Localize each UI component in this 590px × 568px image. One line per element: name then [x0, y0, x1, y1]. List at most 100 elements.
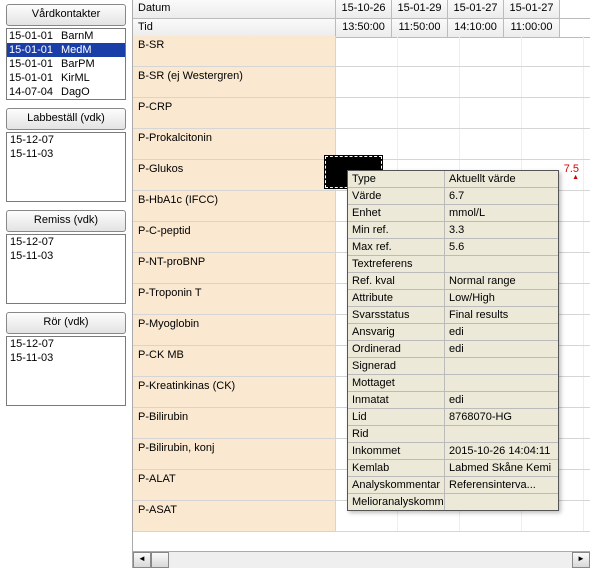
list-item[interactable]: 15-12-07: [7, 337, 125, 351]
row-label: B-SR (ej Westergren): [133, 67, 336, 97]
detail-row: Ordineradedi: [348, 341, 558, 358]
detail-value: Labmed Skåne Kemi: [445, 460, 558, 476]
detail-row: Min ref.3.3: [348, 222, 558, 239]
detail-value: 8768070-HG: [445, 409, 558, 425]
data-cell[interactable]: [336, 67, 398, 97]
header-cell[interactable]: 14:10:00: [448, 19, 504, 37]
row-label: P-ALAT: [133, 470, 336, 500]
data-cell[interactable]: [522, 36, 584, 66]
detail-value: [445, 358, 558, 374]
scroll-track[interactable]: [151, 552, 572, 568]
list-item[interactable]: 14-07-04DagO: [7, 85, 125, 99]
header-cell[interactable]: 15-01-29: [392, 0, 448, 18]
detail-key: Min ref.: [348, 222, 445, 238]
list-item[interactable]: 15-11-03: [7, 147, 125, 161]
panel-labbestall[interactable]: Labbeställ (vdk): [6, 108, 126, 130]
grid-header: Datum 15-10-26 15-01-29 15-01-27 15-01-2…: [133, 0, 590, 38]
horizontal-scrollbar[interactable]: ◄ ►: [133, 551, 590, 568]
data-cell[interactable]: [522, 67, 584, 97]
header-cell[interactable]: 13:50:00: [336, 19, 392, 37]
header-label: Tid: [133, 19, 336, 37]
list-item[interactable]: 15-01-01BarPM: [7, 57, 125, 71]
panel-remiss[interactable]: Remiss (vdk): [6, 210, 126, 232]
panel-vardkontakter[interactable]: Vårdkontakter: [6, 4, 126, 26]
list-item[interactable]: 15-01-01KirML: [7, 71, 125, 85]
table-row[interactable]: B-SR (ej Westergren): [133, 67, 590, 98]
detail-key: Melioranalyskomm: [348, 494, 445, 510]
detail-key: Attribute: [348, 290, 445, 306]
ror-list[interactable]: 15-12-07 15-11-03: [6, 336, 126, 406]
list-item[interactable]: 15-12-07: [7, 133, 125, 147]
list-item[interactable]: 15-11-03: [7, 249, 125, 263]
header-cell[interactable]: 15-01-27: [448, 0, 504, 18]
detail-row: AttributeLow/High: [348, 290, 558, 307]
left-column: Vårdkontakter 15-01-01BarnM 15-01-01MedM…: [0, 0, 133, 568]
data-cell[interactable]: [460, 36, 522, 66]
detail-key: Enhet: [348, 205, 445, 221]
data-cell[interactable]: [398, 36, 460, 66]
header-cell[interactable]: 15-10-26: [336, 0, 392, 18]
data-cell[interactable]: [522, 129, 584, 159]
detail-value: Normal range: [445, 273, 558, 289]
detail-row: Enhetmmol/L: [348, 205, 558, 222]
list-item[interactable]: 15-01-01MedM: [7, 43, 125, 57]
list-item[interactable]: 15-11-03: [7, 351, 125, 365]
data-cell[interactable]: [336, 98, 398, 128]
header-cell[interactable]: 11:00:00: [504, 19, 560, 37]
data-cell[interactable]: [336, 36, 398, 66]
data-cell[interactable]: [460, 67, 522, 97]
scroll-right-button[interactable]: ►: [572, 552, 590, 568]
detail-value: Aktuellt värde: [445, 171, 558, 187]
detail-key: Ansvarig: [348, 324, 445, 340]
remiss-list[interactable]: 15-12-07 15-11-03: [6, 234, 126, 304]
detail-row: Lid8768070-HG: [348, 409, 558, 426]
detail-row: TypeAktuellt värde: [348, 171, 558, 188]
detail-key: Rid: [348, 426, 445, 442]
header-cell[interactable]: 15-01-27: [504, 0, 560, 18]
detail-key: Lid: [348, 409, 445, 425]
detail-row: Mottaget: [348, 375, 558, 392]
data-cell[interactable]: [522, 98, 584, 128]
scroll-thumb[interactable]: [151, 552, 169, 568]
row-label: P-Bilirubin: [133, 408, 336, 438]
detail-value: [445, 256, 558, 272]
data-cell[interactable]: [398, 67, 460, 97]
detail-row: Signerad: [348, 358, 558, 375]
scroll-left-button[interactable]: ◄: [133, 552, 151, 568]
row-label: B-HbA1c (IFCC): [133, 191, 336, 221]
header-row-datum: Datum 15-10-26 15-01-29 15-01-27 15-01-2…: [133, 0, 590, 19]
list-item[interactable]: 15-01-01BarnM: [7, 29, 125, 43]
data-cell[interactable]: [398, 98, 460, 128]
list-item[interactable]: 15-12-07: [7, 235, 125, 249]
labbestall-list[interactable]: 15-12-07 15-11-03: [6, 132, 126, 202]
header-cell[interactable]: 11:50:00: [392, 19, 448, 37]
detail-value: [445, 375, 558, 391]
panel-ror[interactable]: Rör (vdk): [6, 312, 126, 334]
detail-value: mmol/L: [445, 205, 558, 221]
row-label: P-Myoglobin: [133, 315, 336, 345]
detail-key: Inkommet: [348, 443, 445, 459]
detail-row: Melioranalyskomm: [348, 494, 558, 510]
row-label: P-ASAT: [133, 501, 336, 531]
app-root: Vårdkontakter 15-01-01BarnM 15-01-01MedM…: [0, 0, 590, 568]
detail-value: 6.7: [445, 188, 558, 204]
detail-key: Signerad: [348, 358, 445, 374]
detail-key: Textreferens: [348, 256, 445, 272]
detail-value: Referensinterva...: [445, 477, 558, 493]
detail-row: Max ref.5.6: [348, 239, 558, 256]
table-row[interactable]: P-CRP: [133, 98, 590, 129]
row-label: P-Troponin T: [133, 284, 336, 314]
detail-key: Värde: [348, 188, 445, 204]
row-label: P-CK MB: [133, 346, 336, 376]
data-cell[interactable]: [460, 129, 522, 159]
detail-key: Ordinerad: [348, 341, 445, 357]
data-cell[interactable]: [398, 129, 460, 159]
table-row[interactable]: B-SR: [133, 36, 590, 67]
data-cell[interactable]: [460, 98, 522, 128]
vardkontakter-list[interactable]: 15-01-01BarnM 15-01-01MedM 15-01-01BarPM…: [6, 28, 126, 100]
detail-key: Inmatat: [348, 392, 445, 408]
detail-value: Final results: [445, 307, 558, 323]
row-label: P-Glukos: [133, 160, 336, 190]
data-cell[interactable]: [336, 129, 398, 159]
detail-value: edi: [445, 341, 558, 357]
